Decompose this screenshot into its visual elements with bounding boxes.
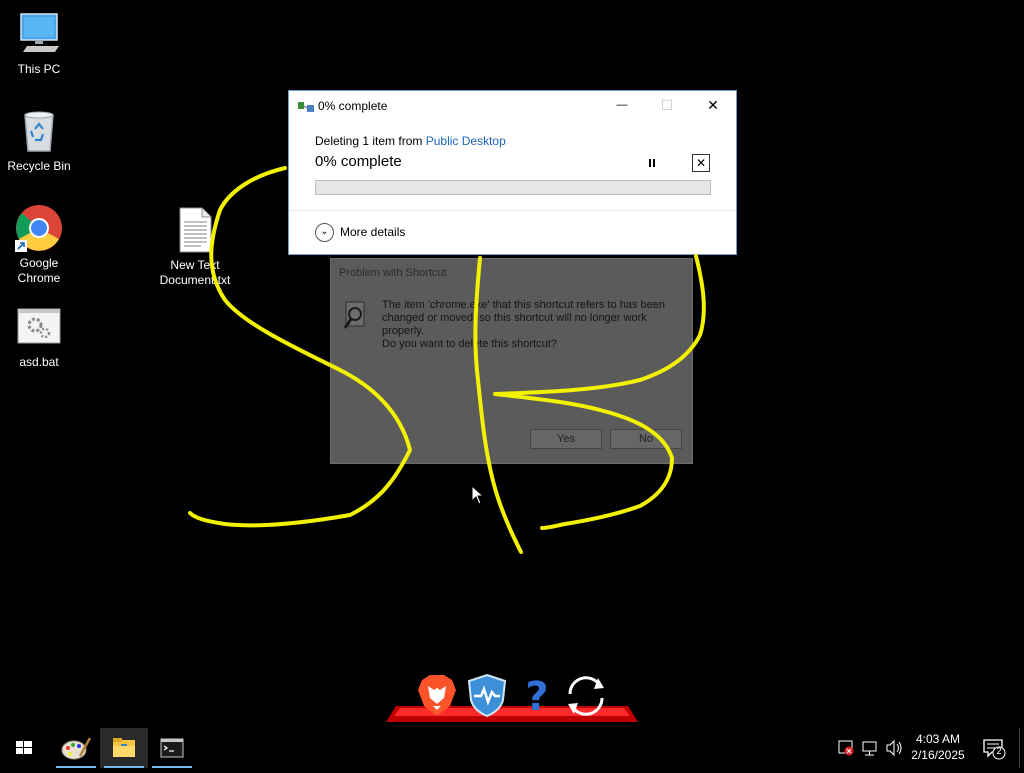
monitor-icon (15, 10, 63, 58)
svg-text:?: ? (525, 674, 548, 718)
more-details-label: More details (340, 225, 406, 239)
folder-icon (113, 738, 135, 757)
pause-button[interactable] (644, 155, 660, 171)
notification-count-badge: 2 (996, 746, 1002, 756)
clock-time: 4:03 AM (915, 732, 961, 746)
clock-date: 2/16/2025 (911, 748, 965, 762)
desktop-icon-label: This PC (17, 62, 61, 76)
dialog-titlebar[interactable]: 0% complete — ☐ ✕ (289, 91, 736, 119)
problem-with-shortcut-dialog: Problem with Shortcut The item 'chrome.e… (330, 258, 693, 464)
mouse-cursor-icon (471, 485, 485, 505)
delete-progress-dialog: 0% complete — ☐ ✕ Deleting 1 item from P… (289, 91, 736, 254)
location-link[interactable]: Public Desktop (426, 134, 506, 148)
maximize-button: ☐ (660, 97, 674, 113)
desktop-icon-this-pc[interactable]: This PC (0, 10, 78, 77)
file-move-icon (298, 100, 314, 112)
cancel-button[interactable]: ✕ (692, 154, 710, 172)
batch-file-gears-icon (15, 303, 63, 351)
divider (289, 210, 736, 211)
sync-arrows-icon[interactable] (562, 672, 608, 718)
percent-complete-text: 0% complete (315, 153, 402, 170)
taskbar: 4:03 AM 2/16/2025 2 (0, 728, 1024, 768)
desktop-icon-asd-bat[interactable]: asd.bat (0, 303, 78, 370)
delete-info-text: Deleting 1 item from Public Desktop (315, 134, 506, 148)
chrome-icon (15, 204, 63, 252)
magnifier-question-icon (343, 301, 369, 331)
dialog-title: Problem with Shortcut (339, 267, 447, 279)
wise-care-shield-icon[interactable] (464, 672, 510, 718)
desktop-icon-new-text-document[interactable]: New Text Document.txt (156, 206, 234, 288)
close-icon: ✕ (695, 156, 707, 170)
taskbar-paint-app[interactable] (52, 728, 100, 768)
taskbar-command-prompt[interactable] (148, 728, 196, 768)
action-center-button[interactable]: 2 (980, 728, 1010, 768)
text-file-icon (171, 206, 219, 254)
brave-browser-icon[interactable] (414, 672, 460, 718)
desktop-icon-label: asd.bat (19, 355, 59, 369)
taskbar-file-explorer[interactable] (100, 728, 148, 768)
desktop-icon-google-chrome[interactable]: Google Chrome (0, 204, 78, 286)
yes-button[interactable]: Yes (530, 429, 602, 449)
app-dock: ? (386, 664, 638, 724)
recycle-bin-icon (15, 107, 63, 155)
dialog-message: The item 'chrome.exe' that this shortcut… (382, 299, 666, 337)
minimize-button[interactable]: — (599, 91, 645, 119)
more-details-toggle[interactable]: ⌄ More details (315, 222, 406, 243)
close-button[interactable]: ✕ (690, 91, 736, 119)
network-icon[interactable] (860, 728, 880, 768)
desktop-icon-label: Recycle Bin (7, 159, 71, 173)
desktop-icon-label: New Text Document.txt (159, 258, 231, 287)
windows-logo-icon (16, 741, 32, 754)
help-question-icon[interactable]: ? (514, 672, 560, 720)
pause-icon (649, 159, 655, 167)
start-button[interactable] (0, 728, 48, 768)
dialog-title: 0% complete (318, 99, 388, 113)
taskbar-clock[interactable]: 4:03 AM 2/16/2025 (900, 731, 976, 763)
dialog-question: Do you want to delete this shortcut? (382, 338, 557, 350)
show-desktop-button[interactable] (1019, 728, 1024, 768)
delete-info-prefix: Deleting 1 item from (315, 134, 426, 148)
chevron-down-icon: ⌄ (315, 223, 334, 243)
no-button[interactable]: No (610, 429, 682, 449)
progress-bar (315, 180, 711, 195)
terminal-icon (160, 738, 184, 758)
desktop-icon-recycle-bin[interactable]: Recycle Bin (0, 107, 78, 174)
desktop-icon-label: Google Chrome (17, 256, 61, 285)
security-alert-icon[interactable] (836, 728, 856, 768)
paint-palette-icon (61, 737, 92, 760)
